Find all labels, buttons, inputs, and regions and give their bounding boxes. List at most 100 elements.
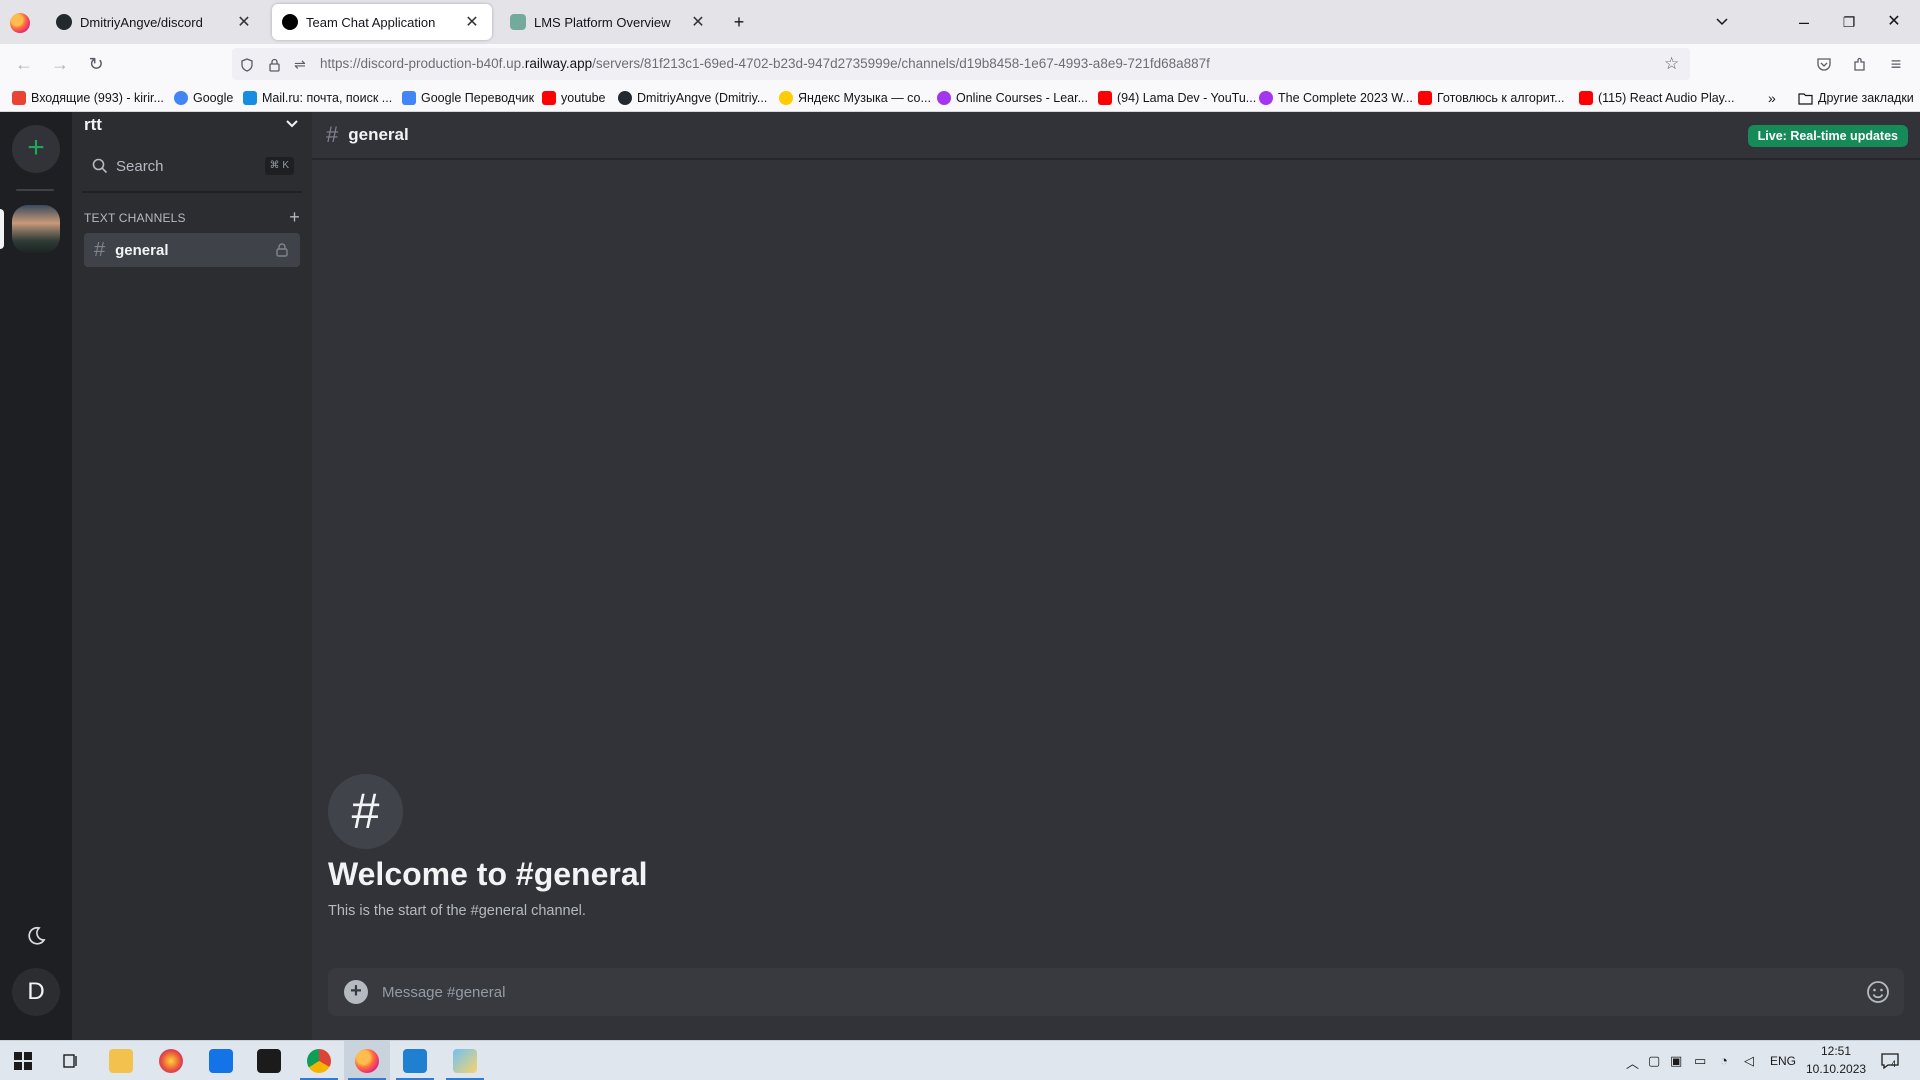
bookmark-item[interactable]: Входящие (993) - kirir...: [12, 89, 164, 107]
close-tab-icon[interactable]: ✕: [462, 12, 482, 32]
welcome-hash-icon: #: [328, 774, 403, 849]
chat-area: # general Live: Real-time updates # Welc…: [312, 112, 1920, 1040]
url-text[interactable]: https://discord-production-b40f.up.railw…: [320, 48, 1210, 80]
taskbar-paint[interactable]: [442, 1041, 488, 1080]
show-hidden-icons-chevron-icon[interactable]: ︿: [1626, 1053, 1639, 1072]
bookmark-item[interactable]: DmitriyAngve (Dmitriy...: [618, 89, 767, 107]
udemy-icon: [937, 91, 951, 105]
url-host: railway.app: [524, 56, 593, 71]
active-server-indicator: [0, 209, 4, 249]
close-tab-icon[interactable]: ✕: [688, 12, 708, 32]
windows-taskbar: ︿ ▢ ▣ ▭ ◔ ◁ ENG 12:51 10.10.2023 4: [0, 1040, 1920, 1080]
clock-date[interactable]: 10.10.2023: [1806, 1062, 1866, 1076]
notification-center-icon: [1881, 1053, 1899, 1070]
bookmark-label: Яндекс Музыка — со...: [798, 91, 931, 105]
firefox-menu-icon[interactable]: [10, 13, 30, 33]
reload-button[interactable]: ↻: [82, 50, 110, 78]
display-icon[interactable]: ▣: [1670, 1053, 1682, 1069]
tab-team-chat-application[interactable]: Team Chat Application ✕: [272, 4, 492, 40]
taskbar-firefox[interactable]: [344, 1041, 390, 1080]
minimize-window-button[interactable]: –: [1790, 8, 1818, 36]
extensions-icon[interactable]: [1846, 50, 1874, 78]
google-icon: [174, 91, 188, 105]
browser-nav-bar: ← → ↻ ⇌ https://discord-production-b40f.…: [0, 44, 1920, 84]
notification-count: 4: [1891, 1059, 1897, 1069]
browser-icon: [159, 1049, 183, 1073]
bookmarks-toolbar: Входящие (993) - kirir... Google Mail.ru…: [0, 84, 1920, 112]
task-view-button[interactable]: [48, 1041, 94, 1080]
permissions-icon[interactable]: ⇌: [294, 48, 306, 80]
bookmark-label: Google: [193, 91, 234, 105]
bookmark-label: The Complete 2023 W...: [1278, 91, 1413, 105]
taskbar-browser[interactable]: [148, 1041, 194, 1080]
app-menu-icon[interactable]: ≡: [1882, 50, 1910, 78]
bookmark-item[interactable]: Готовлюсь к алгорит...: [1418, 89, 1565, 107]
attach-plus-button[interactable]: +: [344, 980, 368, 1004]
tab-lms-platform-overview[interactable]: LMS Platform Overview ✕: [500, 4, 718, 40]
bookmark-item[interactable]: Google: [174, 89, 233, 107]
server-icon-rtt[interactable]: [12, 205, 60, 253]
chrome-icon: [307, 1049, 331, 1073]
create-channel-plus-icon[interactable]: +: [289, 208, 300, 226]
bookmark-item[interactable]: Яндекс Музыка — со...: [779, 89, 931, 107]
bookmark-item[interactable]: The Complete 2023 W...: [1259, 89, 1413, 107]
youtube-icon: [1579, 91, 1593, 105]
other-bookmarks-label: Другие закладки: [1818, 91, 1914, 105]
bookmark-item[interactable]: Online Courses - Lear...: [937, 89, 1088, 107]
tracking-protection-icon[interactable]: [240, 48, 254, 80]
taskbar-chrome[interactable]: [296, 1041, 342, 1080]
more-bookmarks-chevron-icon[interactable]: »: [1768, 89, 1776, 107]
close-window-button[interactable]: ✕: [1880, 8, 1908, 36]
bookmark-item[interactable]: (94) Lama Dev - YouTu...: [1098, 89, 1256, 107]
sidebar-item-general[interactable]: # general: [84, 233, 300, 267]
welcome-title: Welcome to #general: [328, 856, 648, 892]
forward-button[interactable]: →: [46, 50, 74, 78]
file-explorer-icon: [109, 1049, 133, 1073]
taskbar-vscode[interactable]: [392, 1041, 438, 1080]
bookmark-item[interactable]: youtube: [542, 89, 605, 107]
tab-dmitriyangve-discord[interactable]: DmitriyAngve/discord ✕: [46, 4, 264, 40]
message-input[interactable]: [382, 968, 1822, 1016]
chatgpt-icon: [510, 14, 526, 30]
bookmark-star-icon[interactable]: ☆: [1664, 48, 1679, 80]
list-all-tabs-icon[interactable]: [1708, 8, 1736, 36]
taskbar-file-explorer[interactable]: [98, 1041, 144, 1080]
new-tab-button[interactable]: +: [725, 8, 753, 36]
server-header[interactable]: rtt: [72, 112, 312, 140]
search-button[interactable]: Search ⌘ K: [82, 150, 302, 182]
hash-icon: #: [326, 122, 339, 147]
bookmark-item[interactable]: (115) React Audio Play...: [1579, 89, 1734, 107]
battery-icon[interactable]: ▭: [1694, 1053, 1706, 1069]
chevron-down-icon: [286, 120, 298, 128]
wifi-icon[interactable]: ◔: [1720, 1053, 1728, 1068]
meet-now-icon[interactable]: ▢: [1648, 1053, 1660, 1069]
channel-name: general: [115, 241, 169, 259]
add-server-button[interactable]: +: [12, 125, 60, 173]
bookmark-label: Online Courses - Lear...: [956, 91, 1089, 105]
clock-time[interactable]: 12:51: [1821, 1044, 1851, 1058]
bookmark-item[interactable]: Google Переводчик: [402, 89, 534, 107]
lock-icon[interactable]: [268, 48, 281, 80]
hash-icon: #: [94, 238, 106, 261]
close-tab-icon[interactable]: ✕: [234, 12, 254, 32]
url-bar[interactable]: ⇌ https://discord-production-b40f.up.rai…: [232, 48, 1690, 80]
taskbar-terminal[interactable]: [246, 1041, 292, 1080]
pocket-icon[interactable]: [1810, 50, 1838, 78]
bookmark-label: Mail.ru: почта, поиск ...: [262, 91, 393, 105]
user-avatar[interactable]: D: [12, 968, 60, 1016]
other-bookmarks-folder[interactable]: Другие закладки: [1798, 89, 1914, 107]
url-path: /servers/81f213c1-69ed-4702-b23d-947d273…: [592, 56, 1210, 71]
bookmark-item[interactable]: Mail.ru: почта, поиск ...: [243, 89, 392, 107]
firefox-icon: [355, 1049, 379, 1073]
start-button[interactable]: [0, 1041, 46, 1080]
theme-toggle-moon-icon[interactable]: [22, 922, 50, 950]
section-title: TEXT CHANNELS: [84, 211, 186, 225]
taskbar-mail[interactable]: [198, 1041, 244, 1080]
mailru-icon: [243, 91, 257, 105]
input-language-indicator[interactable]: ENG: [1770, 1054, 1796, 1068]
notifications-button[interactable]: 4: [1880, 1051, 1900, 1071]
back-button[interactable]: ←: [10, 50, 38, 78]
emoji-icon[interactable]: [1866, 980, 1890, 1004]
volume-icon[interactable]: ◁: [1744, 1053, 1754, 1069]
restore-window-button[interactable]: ❐: [1835, 8, 1863, 36]
